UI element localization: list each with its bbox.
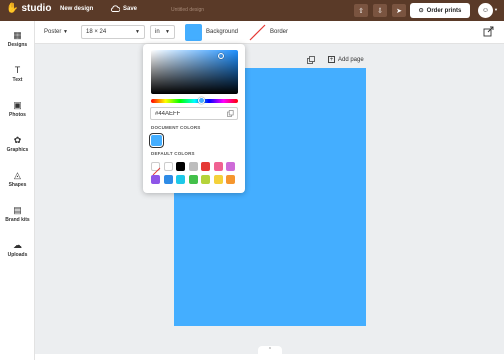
- color-picker-popover: DOCUMENT COLORS DEFAULT COLORS: [143, 44, 245, 193]
- shapes-icon: ◬: [14, 170, 21, 180]
- chevron-down-icon[interactable]: ▼: [494, 7, 498, 12]
- add-page-label: Add page: [338, 56, 364, 63]
- sidebar-item-designs[interactable]: ▦ Designs: [0, 29, 35, 48]
- chevron-down-icon: ▼: [165, 29, 170, 35]
- photo-icon: ▣: [13, 100, 22, 110]
- sidebar-item-uploads[interactable]: ☁ Uploads: [0, 239, 35, 258]
- logo[interactable]: ✋ studio: [6, 3, 51, 14]
- download-button[interactable]: ⇩: [373, 4, 387, 17]
- print-icon: ⊙: [418, 8, 424, 14]
- color-swatch[interactable]: [226, 175, 235, 184]
- order-prints-label: Order prints: [426, 7, 462, 14]
- hand-logo-icon: ✋: [6, 3, 19, 14]
- sidebar-item-label: Brand kits: [5, 217, 30, 223]
- chevron-down-icon: ▼: [135, 29, 140, 35]
- color-swatch[interactable]: [176, 175, 185, 184]
- border-label[interactable]: Border: [270, 29, 288, 35]
- sidebar-item-shapes[interactable]: ◬ Shapes: [0, 169, 35, 188]
- color-swatch[interactable]: [201, 162, 210, 171]
- no-border-icon[interactable]: [249, 24, 266, 41]
- color-swatch[interactable]: [163, 162, 173, 171]
- bottom-bar: [35, 354, 504, 360]
- color-swatch[interactable]: [201, 175, 210, 184]
- graphics-icon: ✿: [13, 135, 22, 145]
- sidebar-item-label: Shapes: [8, 182, 27, 188]
- size-value: 18 × 24: [86, 29, 107, 35]
- sidebar-item-brand-kits[interactable]: ▤ Brand kits: [0, 204, 35, 223]
- logo-text: studio: [21, 3, 52, 14]
- cloud-icon: [110, 5, 120, 12]
- save-button[interactable]: Save: [123, 6, 137, 12]
- hue-slider[interactable]: [151, 99, 238, 103]
- sidebar-item-label: Text: [12, 77, 23, 83]
- sidebar-item-text[interactable]: T Text: [0, 64, 35, 83]
- upload-cloud-icon: ☁: [13, 240, 22, 250]
- new-design-button[interactable]: New design: [60, 6, 93, 12]
- order-prints-button[interactable]: ⊙ Order prints: [410, 3, 470, 18]
- layout-icon: ▦: [13, 30, 22, 40]
- default-colors-label: DEFAULT COLORS: [151, 151, 195, 156]
- briefcase-icon: ▤: [13, 205, 22, 215]
- color-swatch[interactable]: [188, 175, 198, 184]
- color-swatch[interactable]: [188, 162, 198, 171]
- sidebar-item-label: Uploads: [7, 252, 28, 258]
- user-avatar-icon: ☺: [481, 7, 490, 14]
- send-button[interactable]: ➤: [392, 4, 406, 17]
- hex-input[interactable]: [150, 107, 238, 120]
- background-color-swatch[interactable]: [185, 24, 202, 41]
- document-colors-label: DOCUMENT COLORS: [151, 125, 201, 130]
- duplicate-page-icon[interactable]: [307, 56, 315, 64]
- saturation-brightness-area[interactable]: [151, 50, 238, 94]
- add-page-button[interactable]: + Add page: [328, 56, 364, 63]
- share-icon[interactable]: [483, 26, 494, 37]
- no-color-swatch[interactable]: [151, 162, 161, 176]
- expand-pages-tab[interactable]: ⌃: [258, 346, 282, 354]
- color-handle[interactable]: [218, 53, 224, 59]
- unit-select[interactable]: in ▼: [150, 25, 175, 39]
- chevron-up-icon: ⌃: [267, 347, 273, 353]
- chevron-down-icon: ▼: [63, 29, 68, 35]
- sidebar-item-graphics[interactable]: ✿ Graphics: [0, 134, 35, 153]
- product-type-label: Poster: [44, 29, 62, 35]
- sidebar-item-label: Graphics: [6, 147, 29, 153]
- product-type-dropdown[interactable]: Poster ▼: [44, 29, 68, 35]
- sidebar-item-label: Photos: [9, 112, 26, 118]
- copy-icon[interactable]: [227, 110, 234, 117]
- avatar[interactable]: ☺: [478, 3, 493, 18]
- unit-value: in: [155, 29, 160, 35]
- add-page-icon: +: [328, 56, 335, 63]
- sidebar-item-photos[interactable]: ▣ Photos: [0, 99, 35, 118]
- sidebar: ▦ Designs T Text ▣ Photos ✿ Graphics ◬ Shapes ▤ Bra…: [0, 21, 35, 360]
- sidebar-item-label: Designs: [7, 42, 28, 48]
- send-icon: ➤: [396, 7, 402, 15]
- design-toolbar: Poster ▼ 18 × 24 ▼ in ▼ Background Borde…: [35, 21, 504, 44]
- document-name[interactable]: Untitled design: [171, 7, 204, 13]
- size-select[interactable]: 18 × 24 ▼: [81, 25, 145, 39]
- color-swatch[interactable]: [151, 175, 160, 184]
- text-icon: T: [14, 65, 21, 75]
- color-swatch[interactable]: [213, 175, 223, 184]
- color-swatch[interactable]: [176, 162, 185, 171]
- background-label[interactable]: Background: [206, 29, 238, 35]
- hue-handle[interactable]: [198, 97, 205, 104]
- color-swatch[interactable]: [226, 162, 235, 171]
- color-swatch[interactable]: [163, 175, 173, 184]
- color-swatch[interactable]: [213, 162, 223, 171]
- document-color-swatch[interactable]: [149, 133, 164, 148]
- download-icon: ⇩: [377, 7, 383, 15]
- top-bar: ✋ studio New design Save Untitled design…: [0, 0, 504, 21]
- share-upload-button[interactable]: ⇧: [354, 4, 368, 17]
- upload-icon: ⇧: [358, 7, 364, 15]
